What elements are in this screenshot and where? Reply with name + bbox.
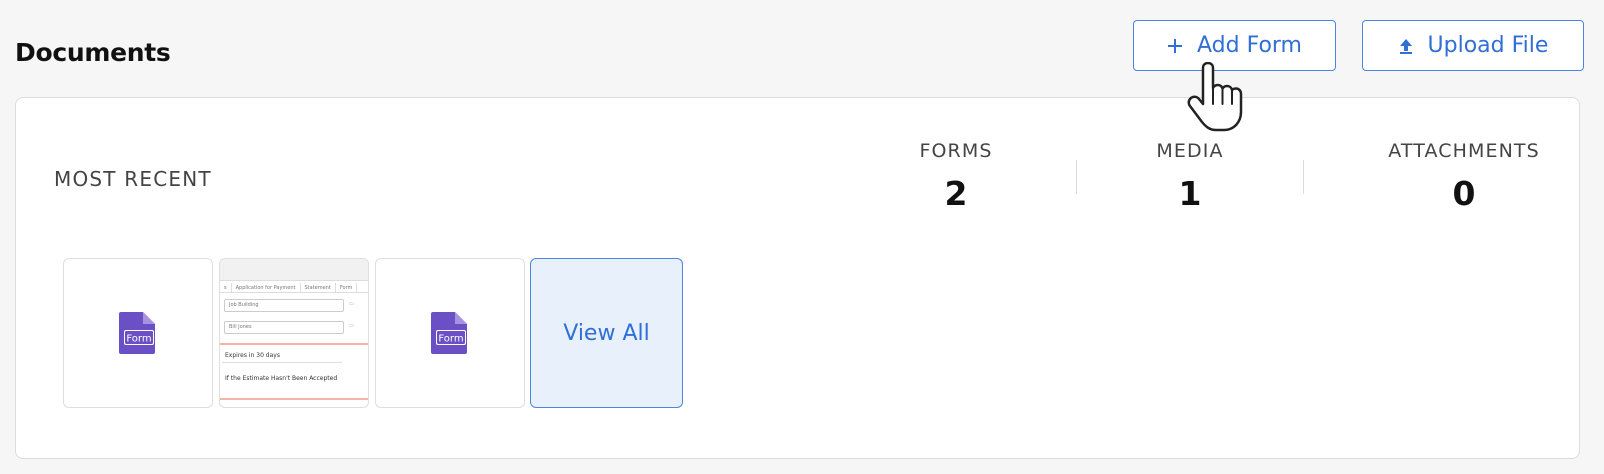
form-document-icon: Form — [119, 312, 155, 354]
hand-cursor-icon — [1187, 62, 1243, 132]
preview-tab: Statement — [301, 283, 336, 292]
stat-media-value: 1 — [1178, 174, 1202, 213]
preview-toolbar — [220, 259, 368, 281]
preview-tab: Application for Payment — [232, 283, 301, 292]
preview-field: Job Building — [224, 299, 344, 312]
stat-attachments[interactable]: ATTACHMENTS 0 — [1344, 140, 1584, 213]
upload-file-label: Upload File — [1427, 33, 1549, 58]
preview-select: If the Estimate Hasn't Been Accepted — [225, 375, 338, 382]
preview-tabs: s Application for Payment Statement Form — [220, 283, 368, 293]
view-all-button[interactable]: View All — [530, 258, 683, 408]
stat-divider — [1303, 160, 1304, 194]
documents-card: MOST RECENT FORMS 2 MEDIA 1 ATTACHMENTS … — [15, 97, 1580, 459]
page-title: Documents — [15, 38, 171, 67]
most-recent-label: MOST RECENT — [54, 167, 212, 191]
stat-media[interactable]: MEDIA 1 — [1070, 140, 1310, 213]
upload-icon — [1398, 37, 1414, 55]
preview-side-icon: ▭ — [349, 301, 354, 307]
form-icon-text: Form — [126, 334, 151, 345]
preview-tab: Form — [336, 283, 358, 292]
form-icon-text: Form — [438, 334, 463, 345]
preview-tab: s — [220, 283, 232, 292]
media-preview: s Application for Payment Statement Form… — [220, 259, 368, 407]
stat-forms-label: FORMS — [919, 140, 993, 162]
plus-icon — [1167, 38, 1183, 54]
form-thumbnail[interactable]: Form — [63, 258, 213, 408]
form-document-icon: Form — [431, 312, 467, 354]
preview-divider — [220, 343, 368, 345]
preview-field: Bill Jones — [224, 321, 344, 334]
stat-attachments-label: ATTACHMENTS — [1388, 140, 1540, 162]
stat-attachments-value: 0 — [1452, 174, 1476, 213]
form-thumbnail[interactable]: Form — [375, 258, 525, 408]
media-thumbnail[interactable]: s Application for Payment Statement Form… — [219, 258, 369, 408]
stat-forms-value: 2 — [944, 174, 968, 213]
stat-forms[interactable]: FORMS 2 — [836, 140, 1076, 213]
preview-select: Expires in 30 days — [222, 349, 342, 363]
preview-divider — [220, 398, 368, 400]
add-form-label: Add Form — [1196, 33, 1302, 58]
upload-file-button[interactable]: Upload File — [1362, 20, 1584, 71]
stat-media-label: MEDIA — [1156, 140, 1224, 162]
preview-side-icon: ▭ — [349, 323, 354, 329]
